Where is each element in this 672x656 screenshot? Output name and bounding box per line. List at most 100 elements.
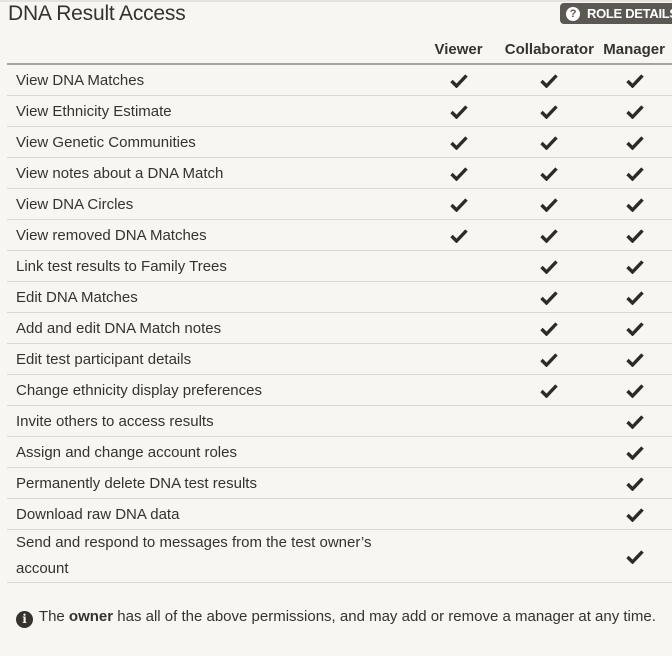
checkmark-icon [540, 352, 559, 368]
permission-label: View removed DNA Matches [7, 219, 419, 251]
owner-note-suffix: has all of the above permissions, and ma… [113, 608, 656, 625]
question-circle-icon: ? [566, 6, 580, 21]
checkmark-icon [449, 228, 468, 244]
cell-collaborator [498, 312, 601, 344]
permission-column-header [7, 36, 419, 65]
table-row: Send and respond to messages from the te… [7, 529, 672, 583]
permission-label: View DNA Matches [7, 64, 419, 96]
permission-label: Change ethnicity display preferences [7, 374, 419, 406]
cell-manager [600, 281, 672, 313]
checkmark-icon [626, 414, 645, 430]
permission-label: View Ethnicity Estimate [7, 95, 419, 127]
table-header-row: Viewer Collaborator Manager [7, 36, 672, 65]
cell-collaborator [498, 188, 601, 220]
cell-viewer [418, 374, 499, 406]
permission-label: Download raw DNA data [7, 498, 419, 530]
cell-collaborator [498, 281, 601, 313]
checkmark-icon [449, 104, 468, 120]
permission-label: Edit DNA Matches [7, 281, 419, 313]
cell-viewer [418, 405, 499, 437]
page-title: DNA Result Access [8, 2, 186, 25]
column-header-manager: Manager [600, 36, 672, 65]
table-row: Link test results to Family Trees [7, 250, 672, 282]
checkmark-icon [626, 476, 645, 492]
table-row: View Ethnicity Estimate [7, 95, 672, 127]
checkmark-icon [540, 104, 559, 120]
owner-note-prefix: The [38, 608, 69, 625]
checkmark-icon [540, 321, 559, 337]
cell-viewer [418, 188, 499, 220]
table-row: View Genetic Communities [7, 126, 672, 158]
checkmark-icon [626, 259, 645, 275]
cell-manager [600, 467, 672, 499]
cell-viewer [418, 498, 499, 530]
checkmark-icon [626, 352, 645, 368]
cell-manager [600, 64, 672, 96]
permission-label: Link test results to Family Trees [7, 250, 419, 282]
cell-manager [600, 157, 672, 189]
cell-manager [600, 219, 672, 251]
cell-collaborator [498, 529, 601, 583]
checkmark-icon [449, 135, 468, 151]
cell-collaborator [498, 498, 601, 530]
checkmark-icon [626, 383, 645, 399]
permission-label: Add and edit DNA Match notes [7, 312, 419, 344]
cell-viewer [418, 312, 499, 344]
checkmark-icon [540, 197, 559, 213]
cell-viewer [418, 64, 499, 96]
cell-collaborator [498, 219, 601, 251]
table-row: Download raw DNA data [7, 498, 672, 530]
checkmark-icon [626, 507, 645, 523]
checkmark-icon [449, 197, 468, 213]
column-header-collaborator: Collaborator [498, 36, 601, 65]
table-row: Change ethnicity display preferences [7, 374, 672, 406]
table-row: Edit test participant details [7, 343, 672, 375]
permission-label: Edit test participant details [7, 343, 419, 375]
permission-label: Invite others to access results [7, 405, 419, 437]
checkmark-icon [626, 445, 645, 461]
column-header-viewer: Viewer [418, 36, 499, 65]
cell-manager [600, 343, 672, 375]
role-details-button[interactable]: ? ROLE DETAILS [560, 3, 672, 24]
cell-collaborator [498, 64, 601, 96]
owner-note-bold: owner [68, 608, 114, 625]
checkmark-icon [626, 73, 645, 89]
cell-collaborator [498, 126, 601, 158]
table-row: Edit DNA Matches [7, 281, 672, 313]
cell-collaborator [498, 157, 601, 189]
checkmark-icon [449, 166, 468, 182]
permissions-table: Viewer Collaborator Manager View DNA Mat… [7, 36, 672, 583]
cell-manager [600, 374, 672, 406]
checkmark-icon [540, 166, 559, 182]
table-row: View DNA Circles [7, 188, 672, 220]
cell-viewer [418, 157, 499, 189]
checkmark-icon [540, 73, 559, 89]
cell-manager [600, 126, 672, 158]
permission-label: View Genetic Communities [7, 126, 419, 158]
cell-viewer [418, 281, 499, 313]
cell-manager [600, 498, 672, 530]
checkmark-icon [626, 135, 645, 151]
table-row: View DNA Matches [7, 64, 672, 96]
cell-collaborator [498, 343, 601, 375]
cell-collaborator [498, 436, 601, 468]
table-row: Invite others to access results [7, 405, 672, 437]
checkmark-icon [540, 259, 559, 275]
checkmark-icon [626, 166, 645, 182]
cell-collaborator [498, 374, 601, 406]
cell-manager [600, 436, 672, 468]
checkmark-icon [540, 383, 559, 399]
checkmark-icon [540, 135, 559, 151]
cell-collaborator [498, 467, 601, 499]
cell-manager [600, 188, 672, 220]
checkmark-icon [540, 228, 559, 244]
checkmark-icon [626, 321, 645, 337]
cell-collaborator [498, 405, 601, 437]
permission-label: Permanently delete DNA test results [7, 467, 419, 499]
info-circle-icon: i [16, 610, 33, 628]
permission-label: View notes about a DNA Match [7, 157, 419, 189]
cell-viewer [418, 250, 499, 282]
cell-manager [600, 529, 672, 583]
checkmark-icon [449, 73, 468, 89]
cell-viewer [418, 529, 499, 583]
